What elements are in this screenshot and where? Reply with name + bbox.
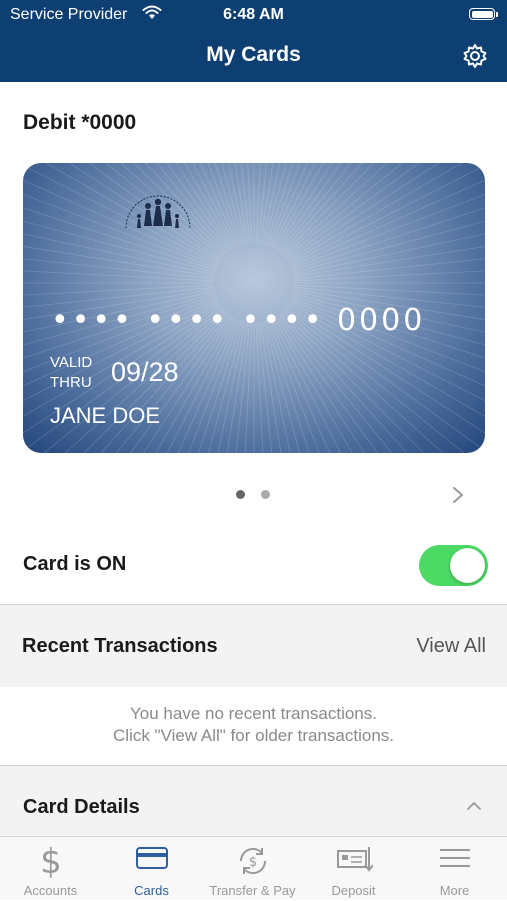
- page-dot[interactable]: [261, 490, 270, 499]
- valid-thru-label: VALID THRU: [50, 353, 92, 393]
- bank-logo-icon: [125, 195, 191, 229]
- battery-icon: [469, 8, 498, 20]
- empty-transactions-message: You have no recent transactions. Click "…: [0, 687, 507, 765]
- card-ray: [293, 270, 485, 282]
- menu-icon: [439, 849, 470, 867]
- page-title: My Cards: [206, 43, 301, 66]
- view-all-link[interactable]: View All: [416, 635, 486, 658]
- toggle-knob: [450, 548, 485, 583]
- card-ray: [226, 322, 249, 453]
- empty-message-line1: You have no recent transactions.: [130, 704, 377, 723]
- status-bar: Service Provider 6:48 AM: [0, 0, 507, 32]
- card-ray: [293, 258, 485, 280]
- card-ray: [289, 164, 485, 266]
- card-ray: [23, 270, 215, 282]
- empty-message-line2: Click "View All" for older transactions.: [112, 726, 395, 745]
- card-ray: [271, 318, 342, 453]
- tab-label: Cards: [134, 883, 169, 898]
- card-ray: [275, 163, 333, 250]
- card-ray: [278, 163, 352, 253]
- transfer-icon: $: [239, 847, 266, 875]
- tab-cards[interactable]: Cards: [101, 837, 202, 901]
- tab-label: More: [439, 883, 470, 898]
- card-on-toggle[interactable]: [419, 545, 488, 586]
- card-ray: [273, 163, 324, 249]
- card-ray: [288, 163, 463, 264]
- recent-transactions-header: Recent Transactions View All: [0, 605, 507, 687]
- card-ray: [286, 163, 420, 260]
- card-ray: [291, 193, 485, 270]
- card-status-row: Card is ON: [0, 528, 507, 604]
- valid-label: VALID: [50, 354, 93, 371]
- card-expiry: 09/28: [111, 357, 179, 387]
- tab-accounts[interactable]: $ Accounts: [0, 837, 101, 901]
- tab-more[interactable]: More: [404, 837, 505, 901]
- card-ray: [292, 220, 485, 274]
- dollar-icon: $: [40, 843, 62, 879]
- debit-card-image[interactable]: •••• •••• •••• 0000 VALID THRU 09/28 JAN…: [23, 163, 485, 453]
- chevron-up-icon[interactable]: [466, 800, 482, 812]
- card-ray: [259, 322, 282, 453]
- card-number: •••• •••• •••• 0000: [51, 303, 426, 338]
- tab-bar: $ Accounts Cards $ Transfer & Pay Deposi…: [0, 836, 507, 900]
- card-details-header[interactable]: Card Details: [0, 766, 507, 836]
- page-dot-active[interactable]: [236, 490, 245, 499]
- tab-deposit[interactable]: Deposit: [303, 837, 404, 901]
- tab-label: Deposit: [331, 883, 376, 898]
- card-ray: [267, 320, 320, 453]
- cardholder-name: JANE DOE: [50, 403, 161, 428]
- card-details-title: Card Details: [23, 796, 140, 818]
- thru-label: THRU: [50, 374, 92, 391]
- svg-text:$: $: [248, 855, 256, 870]
- tab-transfer-pay[interactable]: $ Transfer & Pay: [202, 837, 303, 901]
- tab-label: Accounts: [23, 883, 78, 898]
- card-ray: [293, 284, 485, 296]
- card-title: Debit *0000: [23, 111, 137, 134]
- recent-transactions-title: Recent Transactions: [22, 635, 218, 657]
- status-time: 6:48 AM: [223, 6, 284, 23]
- svg-text:$: $: [40, 843, 62, 879]
- chevron-right-icon[interactable]: [451, 485, 465, 505]
- deposit-icon: [336, 847, 373, 872]
- card-icon: [135, 847, 168, 869]
- gear-icon[interactable]: [461, 42, 489, 70]
- nav-bar: My Cards: [0, 32, 507, 82]
- card-status-label: Card is ON: [23, 553, 127, 575]
- card-ray: [23, 284, 215, 296]
- card-ray: [263, 163, 287, 245]
- tab-label: Transfer & Pay: [209, 883, 296, 898]
